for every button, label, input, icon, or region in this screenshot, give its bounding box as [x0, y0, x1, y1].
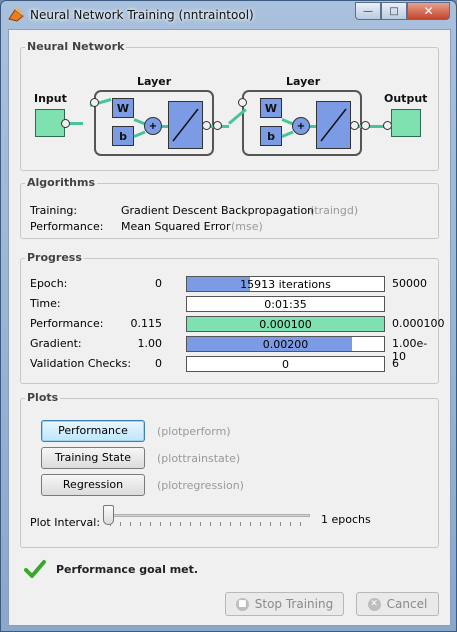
- performance-initial-value: 0.115: [130, 317, 163, 330]
- group-title-algorithms: Algorithms: [25, 176, 98, 189]
- maximize-icon: □: [389, 5, 399, 17]
- plot-interval-slider-track[interactable]: [110, 514, 310, 517]
- plot-interval-label: Plot Interval:: [30, 516, 101, 529]
- epoch-progress-bar: 15913 iterations: [186, 276, 385, 292]
- gradient-initial-value: 1.00: [137, 337, 163, 350]
- minimize-button[interactable]: —: [355, 2, 381, 20]
- connector-dot: [61, 119, 70, 128]
- performance-label: Performance:: [30, 220, 104, 233]
- neural-network-group: Neural Network Input Layer W b + Layer W…: [20, 40, 439, 171]
- epoch-target-value: 50000: [392, 277, 427, 290]
- training-code: (traingd): [310, 204, 359, 217]
- app-window: Neural Network Training (nntraintool) — …: [0, 0, 457, 632]
- window-title: Neural Network Training (nntraintool): [30, 8, 254, 22]
- regression-plot-button[interactable]: Regression: [41, 474, 145, 496]
- cancel-button[interactable]: ✕ Cancel: [356, 592, 439, 616]
- performance-current-value: 0.000100: [259, 318, 312, 331]
- layer-2-label: Layer: [286, 75, 321, 88]
- stop-training-label: Stop Training: [254, 597, 334, 611]
- title-bar[interactable]: Neural Network Training (nntraintool) — …: [1, 1, 456, 29]
- gradient-current-value: 0.00200: [262, 338, 309, 351]
- performance-code: (mse): [231, 220, 263, 233]
- time-current-value: 0:01:35: [264, 298, 307, 311]
- output-block: [391, 109, 421, 137]
- group-title-neural-network: Neural Network: [25, 40, 127, 53]
- performance-value: Mean Squared Error: [121, 220, 231, 233]
- client-area: Neural Network Input Layer W b + Layer W…: [8, 29, 451, 626]
- validation-checks-target-value: 6: [392, 357, 399, 370]
- time-progress-bar: 0:01:35: [186, 296, 385, 312]
- group-title-plots: Plots: [25, 391, 61, 404]
- layer-2-sum: +: [292, 117, 310, 135]
- layer-1-label: Layer: [137, 75, 172, 88]
- validation-checks-current-value: 0: [282, 358, 289, 371]
- epoch-initial-value: 0: [155, 277, 162, 290]
- performance-progress-bar: 0.000100: [186, 316, 385, 332]
- layer-1-transfer-function: [168, 101, 203, 149]
- performance-plot-fn: (plotperform): [157, 425, 231, 438]
- training-state-plot-fn: (plottrainstate): [157, 452, 241, 465]
- connector-dot: [238, 98, 247, 107]
- plot-interval-slider-thumb[interactable]: [103, 505, 114, 525]
- close-button[interactable]: ✕: [407, 2, 450, 20]
- algorithms-group: Algorithms Training: Gradient Descent Ba…: [20, 176, 439, 239]
- epoch-current-value: 15913 iterations: [240, 278, 331, 291]
- training-label: Training:: [30, 204, 78, 217]
- gradient-label: Gradient:: [30, 337, 82, 350]
- layer-2-transfer-function: [316, 101, 351, 149]
- validation-checks-progress-bar: 0: [186, 356, 385, 372]
- matlab-icon: [8, 8, 24, 22]
- connector-dot: [350, 121, 359, 130]
- gradient-progress-bar: 0.00200: [186, 336, 385, 352]
- layer-2-weight: W: [260, 98, 282, 118]
- performance-target-value: 0.000100: [392, 317, 445, 330]
- cancel-label: Cancel: [386, 597, 428, 611]
- connector-dot: [202, 121, 211, 130]
- training-state-plot-button[interactable]: Training State: [41, 447, 145, 469]
- stop-training-button[interactable]: ■ Stop Training: [225, 592, 344, 616]
- layer-1-bias: b: [112, 126, 134, 146]
- layer-1-weight: W: [112, 98, 134, 118]
- training-value: Gradient Descent Backpropagation: [121, 204, 315, 217]
- layer-1-sum: +: [144, 117, 162, 135]
- connector-dot: [213, 121, 222, 130]
- plot-interval-value: 1 epochs: [321, 513, 371, 526]
- output-label: Output: [384, 92, 428, 105]
- time-label: Time:: [30, 297, 61, 310]
- input-label: Input: [34, 92, 67, 105]
- checkmark-icon: [24, 560, 46, 578]
- close-icon: ✕: [423, 4, 434, 18]
- cancel-icon: ✕: [367, 597, 381, 611]
- regression-plot-fn: (plotregression): [157, 479, 244, 492]
- minimize-icon: —: [363, 5, 373, 17]
- maximize-button[interactable]: □: [381, 2, 407, 20]
- stop-icon: ■: [235, 597, 249, 611]
- connector-dot: [361, 121, 370, 130]
- group-title-progress: Progress: [25, 251, 84, 264]
- performance-label: Performance:: [30, 317, 104, 330]
- connector-dot: [90, 98, 99, 107]
- performance-plot-button[interactable]: Performance: [41, 420, 145, 442]
- epoch-label: Epoch:: [30, 277, 68, 290]
- plot-interval-slider-ticks: [110, 522, 310, 526]
- validation-checks-initial-value: 0: [155, 357, 162, 370]
- progress-group: Progress Epoch: 0 15913 iterations 50000 Tim…: [20, 251, 445, 384]
- layer-2-bias: b: [260, 126, 282, 146]
- status-message: Performance goal met.: [56, 563, 199, 576]
